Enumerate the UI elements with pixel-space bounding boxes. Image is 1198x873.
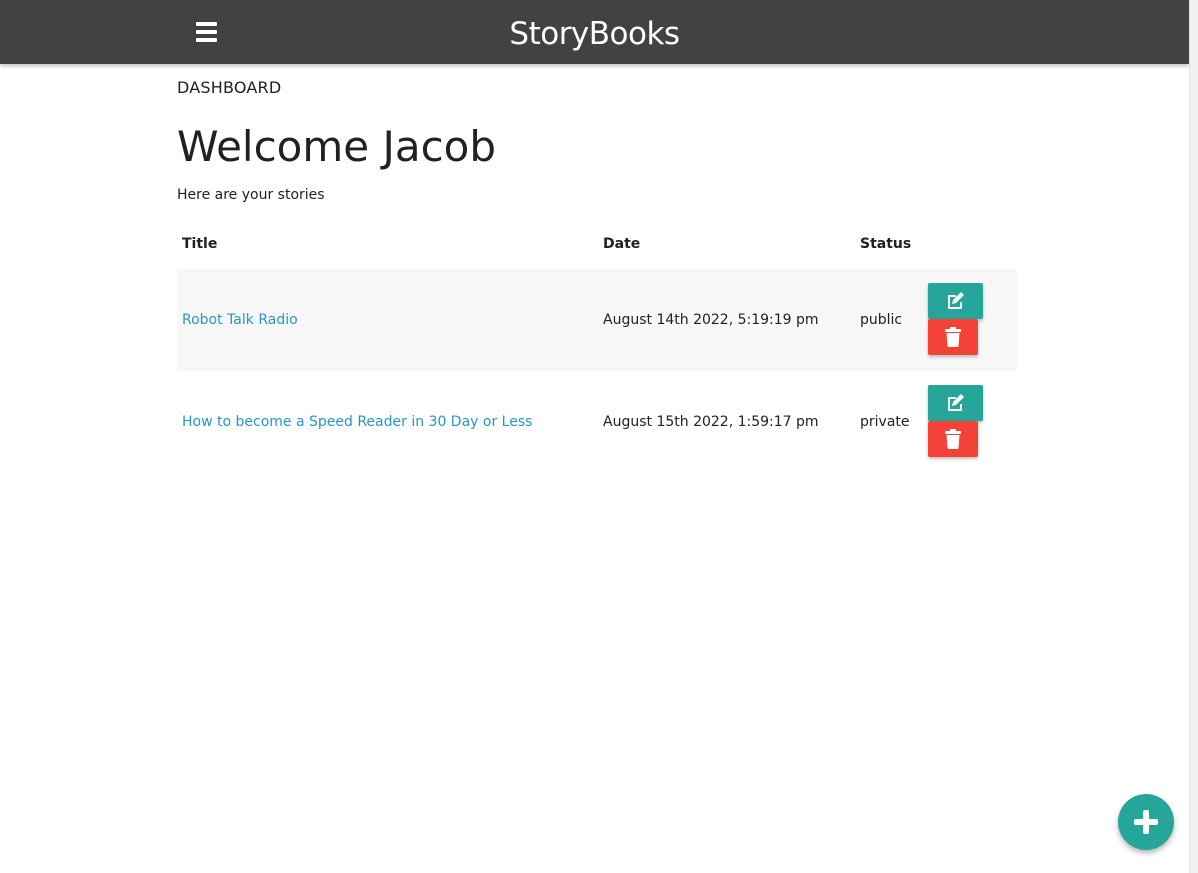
- column-header-title: Title: [182, 236, 218, 252]
- edit-story-button[interactable]: [928, 283, 983, 319]
- trash-icon: [945, 429, 961, 449]
- page-title: Welcome Jacob: [177, 122, 497, 171]
- column-header-actions: [923, 221, 1017, 269]
- column-header-date: Date: [603, 236, 641, 252]
- stories-table: Title Date Status Robot Talk Radio Augus…: [177, 221, 1017, 473]
- table-header-row: Title Date Status: [177, 221, 1017, 269]
- trash-icon: [945, 327, 961, 347]
- story-date: August 14th 2022, 5:19:19 pm: [603, 312, 819, 328]
- delete-story-button[interactable]: [928, 421, 978, 457]
- story-status: public: [860, 312, 903, 328]
- main-content: DASHBOARD Welcome Jacob Here are your st…: [177, 64, 1017, 473]
- column-header-status: Status: [860, 236, 912, 252]
- add-story-button[interactable]: [1118, 794, 1174, 850]
- story-actions-cell: [923, 371, 1017, 473]
- plus-icon: [1134, 810, 1158, 834]
- table-row: Robot Talk Radio August 14th 2022, 5:19:…: [177, 269, 1017, 371]
- story-title-cell: How to become a Speed Reader in 30 Day o…: [177, 371, 598, 473]
- story-title-cell: Robot Talk Radio: [177, 269, 598, 371]
- delete-story-button[interactable]: [928, 319, 978, 355]
- vertical-scrollbar[interactable]: [1189, 0, 1198, 873]
- brand-logo[interactable]: StoryBooks: [0, 0, 1189, 64]
- edit-icon: [947, 394, 964, 411]
- story-actions: [928, 385, 988, 459]
- edit-story-button[interactable]: [928, 385, 983, 421]
- story-status: private: [860, 414, 910, 430]
- top-navbar: StoryBooks: [0, 0, 1189, 64]
- table-row: How to become a Speed Reader in 30 Day o…: [177, 371, 1017, 473]
- page-subtitle: Here are your stories: [177, 187, 325, 203]
- story-actions-cell: [923, 269, 1017, 371]
- edit-icon: [947, 292, 964, 309]
- story-date: August 15th 2022, 1:59:17 pm: [603, 414, 819, 430]
- page-section-label: DASHBOARD: [177, 78, 282, 97]
- story-link[interactable]: Robot Talk Radio: [182, 312, 298, 328]
- story-link[interactable]: How to become a Speed Reader in 30 Day o…: [182, 414, 532, 430]
- story-actions: [928, 283, 988, 357]
